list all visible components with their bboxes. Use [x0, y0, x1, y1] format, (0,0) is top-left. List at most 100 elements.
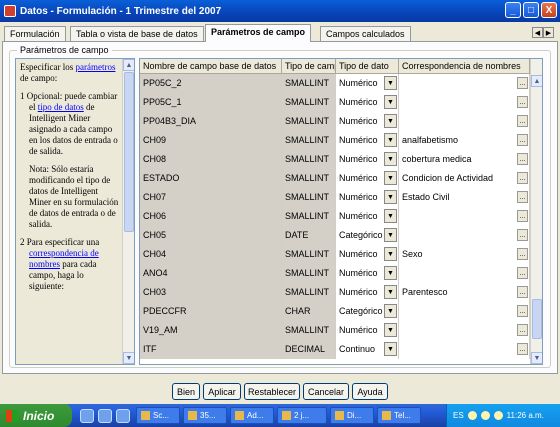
header-tipo-campo[interactable]: Tipo de campo b [282, 59, 336, 74]
language-indicator[interactable]: ES [453, 411, 464, 420]
chevron-down-icon[interactable]: ▼ [384, 133, 397, 147]
name-mapping-field[interactable]: ... [399, 74, 530, 93]
ellipsis-icon[interactable]: ... [517, 248, 528, 260]
ellipsis-icon[interactable]: ... [517, 210, 528, 222]
table-row[interactable]: CH08 SMALLINT Numérico ▼ cobertura medica... [140, 150, 530, 169]
tab-campos-calculados[interactable]: Campos calculados [320, 26, 411, 41]
grid-scrollbar[interactable]: ▲ ▼ [530, 59, 542, 364]
chevron-down-icon[interactable]: ▼ [384, 171, 397, 185]
table-row[interactable]: V19_AM SMALLINT Numérico ▼... [140, 321, 530, 340]
ellipsis-icon[interactable]: ... [517, 267, 528, 279]
name-mapping-field[interactable]: ... [399, 93, 530, 112]
chevron-down-icon[interactable]: ▼ [384, 342, 397, 356]
maximize-button[interactable]: □ [523, 2, 539, 18]
data-type-select[interactable]: Numérico ▼ [336, 264, 399, 283]
ellipsis-icon[interactable]: ... [517, 286, 528, 298]
ellipsis-icon[interactable]: ... [517, 77, 528, 89]
help-button[interactable]: Ayuda [352, 383, 388, 400]
scroll-thumb[interactable] [532, 299, 542, 339]
taskbar-task[interactable]: 35... [183, 407, 227, 424]
ok-button[interactable]: Bien [172, 383, 200, 400]
table-row[interactable]: ESTADO SMALLINT Numérico ▼ Condicion de Acti… [140, 169, 530, 188]
media-icon[interactable] [116, 408, 130, 423]
chevron-down-icon[interactable]: ▼ [384, 304, 397, 318]
table-row[interactable]: ANO4 SMALLINT Numérico ▼... [140, 264, 530, 283]
data-type-select[interactable]: Numérico ▼ [336, 245, 399, 264]
ellipsis-icon[interactable]: ... [517, 191, 528, 203]
tab-tabla-vista[interactable]: Tabla o vista de base de datos [70, 26, 204, 41]
table-row[interactable]: PDECCFR CHAR Categórico ▼... [140, 302, 530, 321]
name-mapping-field[interactable]: ... [399, 264, 530, 283]
tray-icon[interactable] [467, 411, 477, 420]
chevron-down-icon[interactable]: ▼ [384, 323, 397, 337]
data-type-select[interactable]: Numérico ▼ [336, 112, 399, 131]
scroll-down-icon[interactable]: ▼ [123, 352, 134, 364]
chevron-down-icon[interactable]: ▼ [384, 209, 397, 223]
desktop-icon[interactable] [98, 408, 112, 423]
tab-parametros-campo[interactable]: Parámetros de campo [205, 24, 312, 42]
tray-icon[interactable] [493, 411, 503, 420]
data-type-select[interactable]: Numérico ▼ [336, 93, 399, 112]
table-row[interactable]: CH05 DATE Categórico ▼... [140, 226, 530, 245]
name-mapping-field[interactable]: ... [399, 321, 530, 340]
table-row[interactable]: PP05C_2 SMALLINT Numérico ▼... [140, 74, 530, 93]
taskbar-task[interactable]: Di... [330, 407, 374, 424]
start-button[interactable]: Inicio [0, 404, 72, 427]
tab-scroll-left-icon[interactable]: ◀ [532, 27, 543, 38]
table-row[interactable]: CH09 SMALLINT Numérico ▼ analfabetismo... [140, 131, 530, 150]
ellipsis-icon[interactable]: ... [517, 324, 528, 336]
ie-icon[interactable] [80, 408, 94, 423]
ellipsis-icon[interactable]: ... [517, 305, 528, 317]
data-type-select[interactable]: Numérico ▼ [336, 188, 399, 207]
chevron-down-icon[interactable]: ▼ [384, 152, 397, 166]
tray-icon[interactable] [480, 411, 490, 420]
header-tipo-dato[interactable]: Tipo de dato [336, 59, 399, 74]
chevron-down-icon[interactable]: ▼ [384, 228, 397, 242]
data-type-select[interactable]: Numérico ▼ [336, 74, 399, 93]
scroll-thumb[interactable] [124, 72, 134, 232]
header-nombre-campo[interactable]: Nombre de campo base de datos [140, 59, 282, 74]
ellipsis-icon[interactable]: ... [517, 172, 528, 184]
data-type-select[interactable]: Numérico ▼ [336, 207, 399, 226]
chevron-down-icon[interactable]: ▼ [384, 285, 397, 299]
tipo-de-datos-link[interactable]: tipo de datos [38, 102, 84, 112]
table-row[interactable]: PP04B3_DIA SMALLINT Numérico ▼... [140, 112, 530, 131]
table-row[interactable]: ITF DECIMAL Continuo ▼... [140, 340, 530, 359]
cancel-button[interactable]: Cancelar [303, 383, 349, 400]
table-row[interactable]: CH03 SMALLINT Numérico ▼ Parentesco... [140, 283, 530, 302]
scroll-up-icon[interactable]: ▲ [531, 75, 542, 87]
chevron-down-icon[interactable]: ▼ [384, 266, 397, 280]
table-row[interactable]: CH04 SMALLINT Numérico ▼ Sexo... [140, 245, 530, 264]
chevron-down-icon[interactable]: ▼ [384, 76, 397, 90]
ellipsis-icon[interactable]: ... [517, 115, 528, 127]
apply-button[interactable]: Aplicar [203, 383, 241, 400]
tab-scroll-right-icon[interactable]: ▶ [543, 27, 554, 38]
name-mapping-field[interactable]: ... [399, 302, 530, 321]
data-type-select[interactable]: Numérico ▼ [336, 131, 399, 150]
table-row[interactable]: PP05C_1 SMALLINT Numérico ▼... [140, 93, 530, 112]
reset-button[interactable]: Restablecer [244, 383, 300, 400]
name-mapping-field[interactable]: ... [399, 207, 530, 226]
ellipsis-icon[interactable]: ... [517, 96, 528, 108]
taskbar-task[interactable]: Tel... [377, 407, 421, 424]
scroll-up-icon[interactable]: ▲ [123, 59, 134, 71]
data-type-select[interactable]: Categórico ▼ [336, 302, 399, 321]
ellipsis-icon[interactable]: ... [517, 134, 528, 146]
tab-formulacion[interactable]: Formulación [4, 26, 66, 41]
close-button[interactable]: X [541, 2, 557, 18]
ellipsis-icon[interactable]: ... [517, 229, 528, 241]
chevron-down-icon[interactable]: ▼ [384, 190, 397, 204]
ellipsis-icon[interactable]: ... [517, 343, 528, 355]
name-mapping-field[interactable]: Parentesco... [399, 283, 530, 302]
name-mapping-field[interactable]: ... [399, 226, 530, 245]
name-mapping-field[interactable]: cobertura medica... [399, 150, 530, 169]
parametros-link[interactable]: parámetros [75, 62, 115, 72]
name-mapping-field[interactable]: Sexo... [399, 245, 530, 264]
name-mapping-field[interactable]: analfabetismo... [399, 131, 530, 150]
table-row[interactable]: CH06 SMALLINT Numérico ▼... [140, 207, 530, 226]
taskbar-task[interactable]: Sc... [136, 407, 180, 424]
taskbar-task[interactable]: 2 j... [277, 407, 327, 424]
chevron-down-icon[interactable]: ▼ [384, 95, 397, 109]
taskbar-task[interactable]: Ad... [230, 407, 274, 424]
data-type-select[interactable]: Categórico ▼ [336, 226, 399, 245]
